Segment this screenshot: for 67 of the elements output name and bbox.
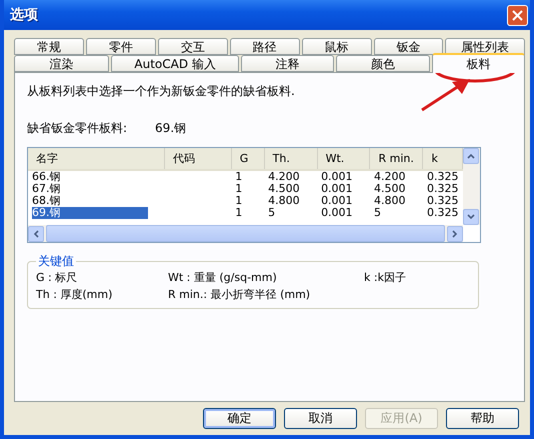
column-header[interactable]: G [231,148,264,170]
table-cell-text: 4.500 [372,183,406,195]
tab[interactable]: 板料 [432,53,525,73]
table-cell: 4.200 [370,170,423,183]
scroll-right-button[interactable] [447,226,463,242]
table-cell-text: 0.001 [320,207,354,219]
key-value-text: Th : 厚度(mm) [36,287,114,302]
chevron-icon [467,213,475,221]
close-icon [512,10,523,20]
table-cell[interactable]: 67.钢 [32,183,148,195]
table-cell: 0.001 [317,170,370,183]
chevron-icon [32,230,40,238]
column-header[interactable]: 代码 [164,148,232,170]
table-cell: 0.325 [422,170,462,183]
column-header[interactable]: Wt. [317,148,370,170]
tab[interactable]: 零件 [86,38,156,55]
tab[interactable]: 注释 [241,55,334,72]
column-header[interactable]: k [422,148,462,170]
tab[interactable]: 鼠标 [302,38,372,55]
table-cell-text: 0.001 [320,195,354,207]
column-header[interactable]: 名字 [28,148,164,170]
key-value-text: Wt : 重量 (g/sq-mm) [168,270,278,285]
column-header[interactable]: Th. [264,148,318,170]
tab[interactable]: 路径 [230,38,300,55]
table-cell-text: 0.001 [320,183,354,195]
table-cell-text: 0.325 [426,195,460,207]
table-cell[interactable]: 69.钢 [32,207,148,219]
table-cell-text: 1 [234,195,244,207]
scroll-left-button[interactable] [28,226,44,242]
default-value: 69.钢 [155,120,186,137]
tab[interactable]: 颜色 [336,55,430,72]
close-button[interactable] [507,4,528,26]
dialog-button[interactable]: 帮助 [446,408,519,429]
table-cell-text: 5 [267,207,276,219]
table-cell-text: 1 [234,183,244,195]
table-cell-text: 0.325 [426,207,460,219]
table-cell-text: 4.500 [267,183,301,195]
table-cell[interactable]: 66.钢 [32,171,148,183]
key-value-text: k :k因子 [364,270,407,285]
chevron-icon [451,230,459,238]
table-cell-text: 5 [372,207,382,219]
window-title: 选项 [10,6,38,24]
key-value-text: G : 标尺 [36,270,78,285]
table-cell-text: 4.800 [372,195,406,207]
scroll-down-button[interactable] [463,209,479,225]
table-cell-text: 0.325 [426,183,460,195]
scroll-up-button[interactable] [463,148,479,164]
table-cell[interactable]: 68.钢 [32,195,148,207]
tab[interactable]: 渲染 [14,55,110,72]
tab[interactable]: AutoCAD 输入 [111,55,239,72]
table-cell-text: 4.800 [267,195,301,207]
description-text: 从板料列表中选择一个作为新钣金零件的缺省板料. [27,83,295,100]
table-cell: 4.200 [264,170,318,183]
vertical-scrollbar[interactable] [463,148,480,225]
default-label: 缺省钣金零件板料: [27,120,128,137]
tab[interactable]: 钣金 [374,38,444,55]
tab[interactable]: 常规 [14,38,84,55]
dialog-button[interactable]: 取消 [284,408,357,429]
group-title: 关键值 [37,253,75,270]
key-value-text: R min.: 最小折弯半径 (mm) [168,287,312,302]
column-header[interactable]: R min. [370,148,423,170]
annotation-arrow [421,79,470,112]
table-cell: 1 [231,170,264,183]
chevron-icon [467,152,475,160]
tab[interactable]: 交互 [158,38,228,55]
dialog-button[interactable]: 确定 [203,408,276,429]
table-cell-text: 1 [234,207,244,219]
